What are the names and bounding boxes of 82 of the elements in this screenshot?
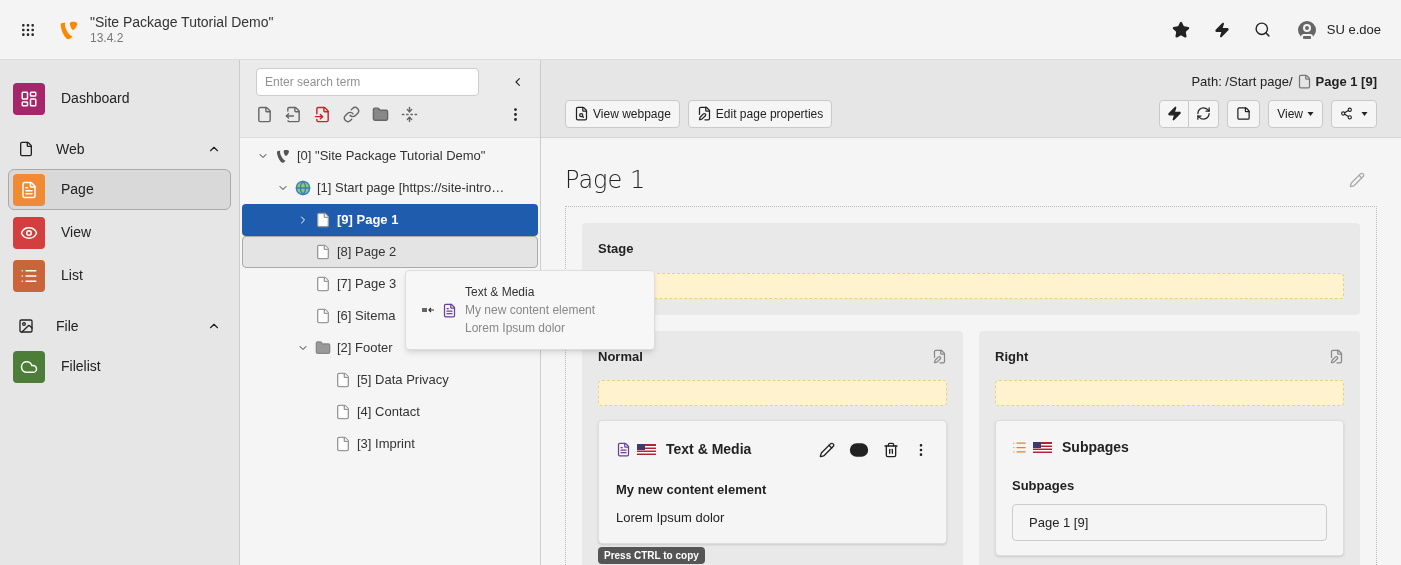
flag-icon xyxy=(1033,442,1052,453)
element-type: Text & Media xyxy=(666,440,752,459)
module-group-header[interactable]: File xyxy=(0,308,239,344)
note-button[interactable] xyxy=(1227,99,1261,128)
element-header: Subpages xyxy=(1012,477,1076,495)
logo-icon xyxy=(275,148,291,164)
view-page-icon xyxy=(574,106,589,121)
flash-icon[interactable] xyxy=(1213,21,1230,38)
element-header: My new content element xyxy=(465,302,596,319)
folder-icon xyxy=(315,340,331,356)
path-label: Path: /Start page/ xyxy=(1191,73,1293,91)
element-type: Subpages xyxy=(1062,438,1129,457)
element-body: Lorem Ipsum dolor xyxy=(616,508,726,527)
edit-column-icon[interactable] xyxy=(1329,348,1344,364)
copy-hint: Press CTRL to copy xyxy=(598,547,705,564)
element-type: Text & Media xyxy=(465,284,536,301)
subpage-item: Page 1 [9] xyxy=(1012,503,1327,541)
clear-cache-button[interactable] xyxy=(1159,99,1190,128)
caret-icon xyxy=(1307,111,1314,116)
column-title: Stage xyxy=(598,240,635,258)
element-body: Lorem Ipsum dolor xyxy=(465,320,567,337)
edit-page-icon xyxy=(696,106,712,121)
tree-node[interactable]: [1] Start page [https://site-intro… xyxy=(242,172,538,204)
module-item[interactable]: Page xyxy=(8,169,231,210)
page-icon xyxy=(315,212,331,228)
tree-node[interactable]: [8] Page 2 xyxy=(242,236,538,268)
page-icon xyxy=(1296,74,1312,90)
page-icon xyxy=(315,244,331,260)
new-page-icon[interactable] xyxy=(256,106,273,123)
move-icon xyxy=(422,307,434,313)
path-page: Page 1 [9] xyxy=(1315,73,1377,91)
tree-node[interactable]: [0] "Site Package Tutorial Demo" xyxy=(242,140,538,172)
reload-icon xyxy=(1196,106,1212,121)
image-icon xyxy=(18,318,34,334)
text-media-icon xyxy=(442,302,457,318)
page-import-icon[interactable] xyxy=(314,106,331,123)
page-icon xyxy=(315,276,331,292)
view-dropdown[interactable]: View xyxy=(1268,99,1323,128)
page-icon xyxy=(335,436,351,452)
folder-icon[interactable] xyxy=(372,106,389,123)
note-icon xyxy=(1236,106,1252,121)
search-field[interactable]: Enter search term xyxy=(256,68,479,96)
page-icon xyxy=(335,404,351,420)
share-dropdown[interactable] xyxy=(1331,99,1377,128)
user-menu[interactable]: SU e.doe xyxy=(1294,17,1381,42)
tree-node[interactable]: [5] Data Privacy xyxy=(242,364,538,396)
share-icon xyxy=(1340,107,1353,120)
separator-icon[interactable] xyxy=(401,106,418,123)
caret-icon xyxy=(1361,111,1368,116)
delete-icon[interactable] xyxy=(883,441,899,458)
flash-icon xyxy=(1166,106,1182,121)
page-icon xyxy=(335,372,351,388)
search-icon[interactable] xyxy=(1253,21,1271,38)
tree-node[interactable]: [9] Page 1 xyxy=(242,204,538,236)
reload-button[interactable] xyxy=(1189,99,1220,128)
module-item[interactable]: Filelist xyxy=(8,346,231,387)
module-group-header[interactable]: Web xyxy=(0,131,239,167)
version: 13.4.2 xyxy=(90,30,125,46)
view-webpage-button[interactable]: View webpage xyxy=(565,99,680,128)
site-title: "Site Package Tutorial Demo" xyxy=(90,13,274,30)
tree-node[interactable]: [3] Imprint xyxy=(242,428,538,460)
edit-column-icon[interactable] xyxy=(932,348,947,364)
edit-icon[interactable] xyxy=(819,441,835,458)
page-shortcut-icon[interactable] xyxy=(285,106,302,123)
menu-icon xyxy=(1012,440,1027,455)
column-title: Normal xyxy=(598,347,643,366)
flag-icon xyxy=(637,444,656,455)
page-icon xyxy=(315,308,331,324)
bookmark-icon[interactable] xyxy=(1171,20,1190,39)
module-item[interactable]: View xyxy=(8,212,231,253)
column-title: Right xyxy=(995,347,1029,366)
page-title: Page 1 xyxy=(565,165,646,196)
element-header: My new content element xyxy=(616,481,768,499)
module-item[interactable]: Dashboard xyxy=(8,78,231,119)
app-menu-icon[interactable] xyxy=(20,21,36,38)
globe-icon xyxy=(295,180,311,196)
text-media-icon xyxy=(616,442,631,457)
edit-page-button[interactable]: Edit page properties xyxy=(687,99,833,128)
tree-node[interactable]: [4] Contact xyxy=(242,396,538,428)
link-icon[interactable] xyxy=(343,106,360,123)
module-item[interactable]: List xyxy=(8,255,231,296)
page-icon xyxy=(18,141,34,157)
